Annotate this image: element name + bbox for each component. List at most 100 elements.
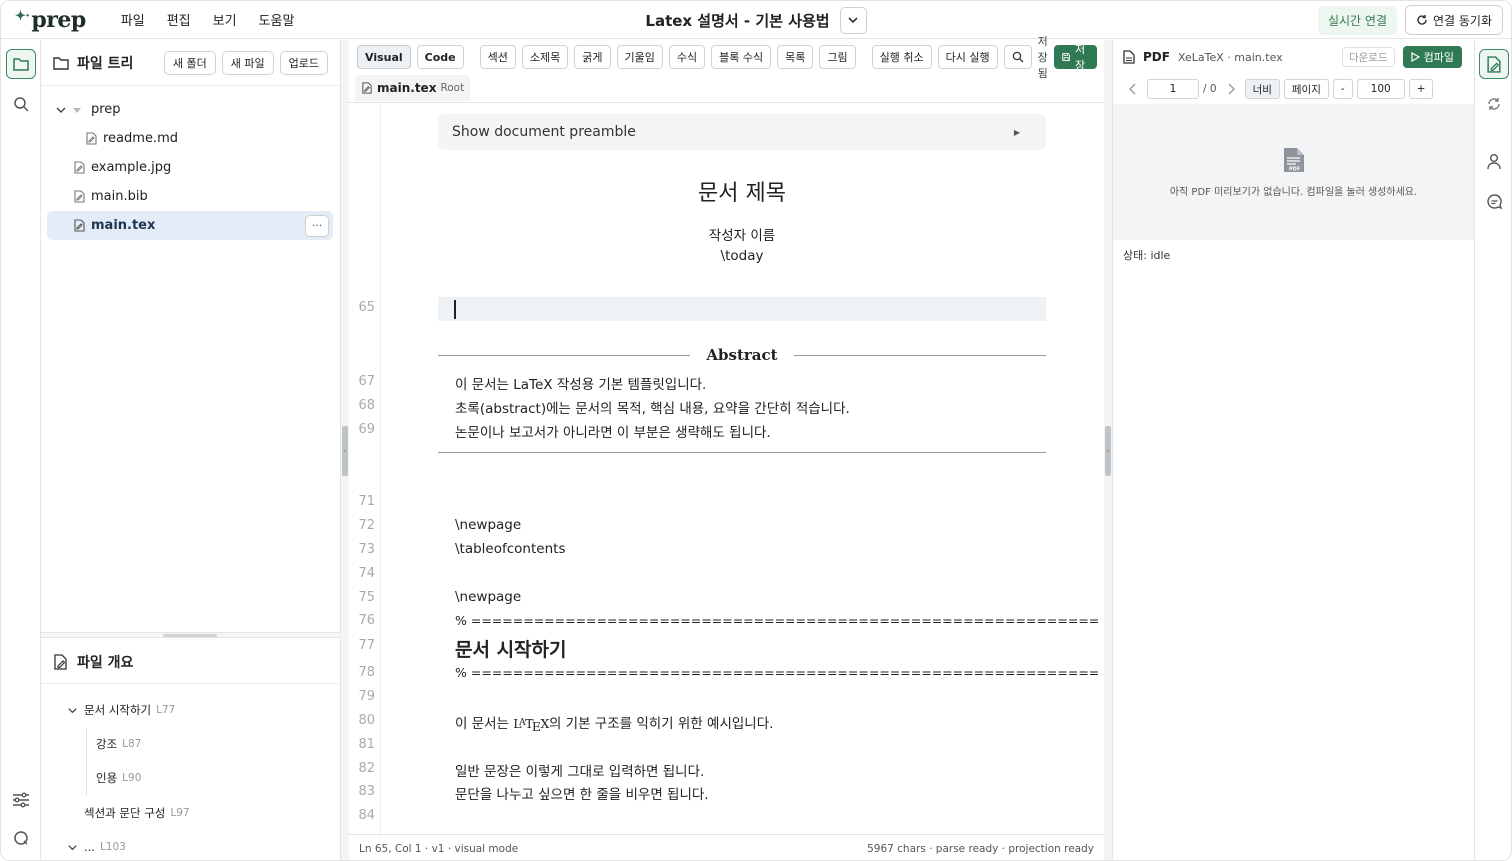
tree-item-label: example.jpg [91, 160, 172, 175]
app-window: ✦· prep 파일 편집 보기 도움말 Latex 설명서 - 기본 사용법 … [0, 0, 1512, 861]
rail-help-button[interactable] [6, 823, 36, 853]
tree-item-main-bib[interactable]: main.bib [47, 182, 333, 211]
outline-item[interactable]: 문서 시작하기 L77 [67, 702, 175, 718]
refresh-icon [1488, 98, 1500, 110]
tree-item-label: main.bib [91, 189, 148, 204]
intro-line: 이 문서는 LATEX의 기본 구조를 익히기 위한 예시입니다. [455, 712, 773, 734]
redo-button[interactable]: 다시 실행 [937, 45, 998, 69]
next-page-button[interactable] [1221, 83, 1241, 95]
folder-icon [13, 58, 29, 71]
compile-label: 컴파일 [1423, 51, 1454, 64]
zoom-input[interactable]: 100 [1356, 79, 1405, 99]
subsection-button[interactable]: 소제목 [521, 45, 569, 69]
collapse-left-icon[interactable]: ‹ [342, 426, 348, 476]
tree-item-prep[interactable]: prep [47, 95, 333, 124]
tab-main-tex[interactable]: main.tex Root [355, 75, 471, 101]
download-button[interactable]: 다운로드 [1341, 47, 1395, 67]
code-mode-button[interactable]: Code [416, 45, 464, 69]
file-panel: 파일 트리 새 폴더 새 파일 업로드 prep readme.md examp… [41, 40, 341, 860]
left-resize-handle[interactable]: ‹ [341, 40, 349, 860]
fit-width-button[interactable]: 너비 [1244, 79, 1280, 99]
show-preamble-toggle[interactable]: Show document preamble ▶ [438, 114, 1046, 150]
outline-line: L97 [170, 807, 190, 819]
section-button[interactable]: 섹션 [479, 45, 516, 69]
outline-line: L90 [122, 772, 142, 784]
outline-item[interactable]: 강조 L87 [96, 736, 141, 752]
app-logo[interactable]: ✦· prep [15, 7, 86, 33]
undo-button[interactable]: 실행 취소 [871, 45, 932, 69]
save-label: 저장 [1074, 43, 1086, 72]
chevron-right-icon [1228, 83, 1235, 95]
page-total: / 0 [1203, 83, 1217, 95]
rail-settings-button[interactable] [6, 785, 36, 815]
document-icon [1123, 50, 1135, 64]
pdf-empty-state: PDF 아직 PDF 미리보기가 없습니다. 컴파일을 눌러 생성하세요. [1113, 104, 1474, 240]
line-number: 77 [358, 638, 375, 653]
pdf-navigation: 1 / 0 너비 페이지 - 100 + [1113, 74, 1474, 104]
outline-line: L77 [156, 704, 176, 716]
chevron-left-icon [1129, 83, 1136, 95]
help-circle-icon [14, 831, 28, 845]
file-edit-icon [1486, 55, 1501, 73]
menu-file[interactable]: 파일 [110, 10, 156, 29]
rail-search-button[interactable] [6, 89, 36, 119]
menu-view[interactable]: 보기 [202, 10, 248, 29]
find-button[interactable] [1003, 45, 1032, 69]
outline-item[interactable]: 인용 L90 [96, 770, 141, 786]
tree-item-main-tex[interactable]: main.tex ··· [47, 211, 333, 240]
parse-status: 5967 chars · parse ready · projection re… [867, 842, 1094, 855]
zoom-out-button[interactable]: - [1332, 79, 1353, 99]
italic-button[interactable]: 기울임 [616, 45, 663, 69]
title-dropdown-button[interactable] [839, 6, 867, 34]
line-gutter: 65 67 68 69 71 72 73 74 75 76 77 78 79 8… [349, 103, 381, 834]
sync-label: 연결 동기화 [1432, 13, 1492, 28]
line-number: 65 [358, 300, 375, 315]
save-button[interactable]: 저장 [1053, 43, 1097, 72]
collapse-right-icon[interactable]: › [1105, 426, 1111, 476]
zoom-in-button[interactable]: + [1408, 79, 1434, 99]
line-number: 79 [358, 689, 375, 704]
tab-name: main.tex [377, 81, 437, 95]
new-file-button[interactable]: 새 파일 [221, 50, 274, 75]
outline-item[interactable]: 섹션과 문단 구성 L97 [84, 805, 190, 821]
abstract-rule [793, 354, 1046, 356]
new-folder-button[interactable]: 새 폴더 [163, 50, 216, 75]
outline-item[interactable]: ... L103 [67, 840, 126, 854]
right-resize-handle[interactable]: › [1104, 40, 1112, 860]
splitter-grip[interactable] [163, 634, 217, 637]
menu-help[interactable]: 도움말 [248, 10, 306, 29]
rail-user-button[interactable] [1479, 146, 1509, 176]
block-math-button[interactable]: 블록 수식 [711, 45, 772, 69]
sync-connection-button[interactable]: 연결 동기화 [1404, 5, 1503, 35]
rail-files-button[interactable] [6, 49, 36, 79]
upload-button[interactable]: 업로드 [279, 50, 328, 75]
top-right-controls: 실시간 연결 연결 동기화 [1317, 5, 1503, 35]
live-connection-badge: 실시간 연결 [1317, 5, 1397, 35]
rail-pdf-button[interactable] [1479, 49, 1509, 79]
line-number: 71 [358, 494, 375, 509]
more-options-button[interactable]: ··· [305, 214, 329, 237]
page-number-input[interactable]: 1 [1147, 79, 1199, 99]
compile-button[interactable]: 컴파일 [1402, 46, 1462, 68]
list-button[interactable]: 목록 [777, 45, 814, 69]
figure-button[interactable]: 그림 [819, 45, 856, 69]
math-button[interactable]: 수식 [668, 45, 706, 69]
pdf-label: PDF [1143, 50, 1170, 64]
rail-chat-button[interactable] [1479, 186, 1509, 216]
sparkle-icon: ✦· [15, 9, 30, 24]
caret-down-icon [73, 107, 81, 113]
bold-button[interactable]: 굵게 [574, 45, 611, 69]
visual-mode-button[interactable]: Visual [357, 45, 411, 69]
tree-item-example-jpg[interactable]: example.jpg [47, 153, 333, 182]
tree-item-readme[interactable]: readme.md [47, 124, 333, 153]
file-edit-icon [54, 653, 67, 670]
panel-splitter[interactable] [41, 632, 341, 638]
document-canvas[interactable]: 65 67 68 69 71 72 73 74 75 76 77 78 79 8… [349, 102, 1104, 834]
chevron-down-icon [56, 107, 66, 113]
prev-page-button[interactable] [1123, 83, 1143, 95]
fit-page-button[interactable]: 페이지 [1283, 79, 1329, 99]
rail-history-button[interactable] [1479, 89, 1509, 119]
user-icon [1487, 153, 1501, 169]
menu-edit[interactable]: 편집 [156, 10, 202, 29]
line-number: 67 [358, 374, 375, 389]
